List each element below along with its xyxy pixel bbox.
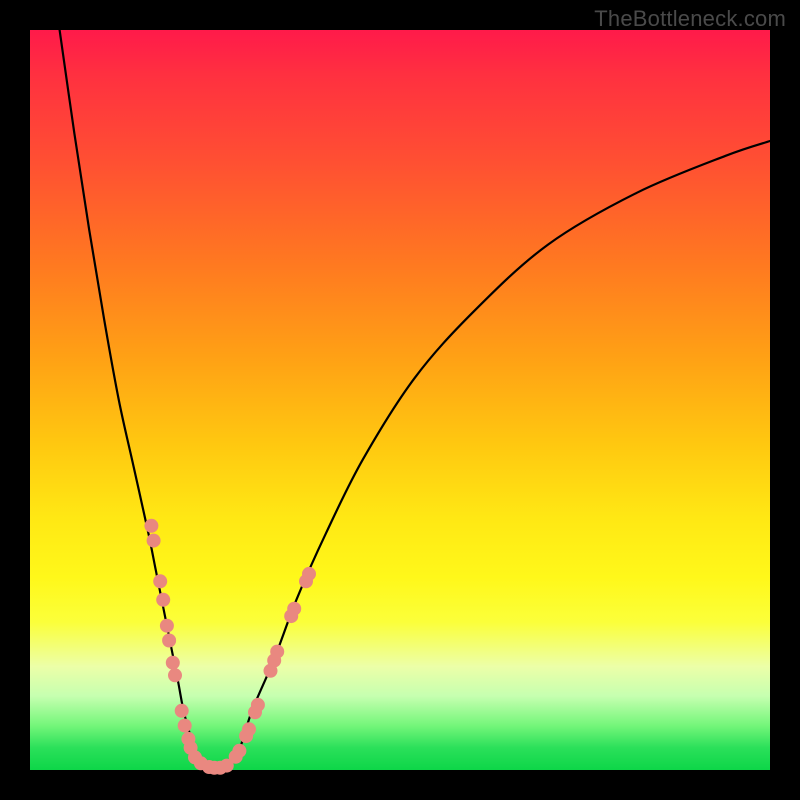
marker-dot	[270, 645, 284, 659]
marker-dot	[175, 704, 189, 718]
marker-dot	[168, 668, 182, 682]
marker-dot	[242, 722, 256, 736]
marker-dot	[153, 574, 167, 588]
chart-frame: TheBottleneck.com	[0, 0, 800, 800]
watermark-text: TheBottleneck.com	[594, 6, 786, 32]
marker-dot	[178, 719, 192, 733]
marker-dot	[287, 602, 301, 616]
marker-dot	[162, 634, 176, 648]
marker-group	[144, 519, 316, 775]
bottleneck-curve	[60, 30, 770, 771]
marker-dot	[166, 656, 180, 670]
marker-dot	[160, 619, 174, 633]
plot-area	[30, 30, 770, 770]
marker-dot	[147, 534, 161, 548]
marker-dot	[156, 593, 170, 607]
marker-dot	[144, 519, 158, 533]
marker-dot	[232, 744, 246, 758]
bottleneck-curve-svg	[30, 30, 770, 770]
marker-dot	[251, 698, 265, 712]
marker-dot	[302, 567, 316, 581]
